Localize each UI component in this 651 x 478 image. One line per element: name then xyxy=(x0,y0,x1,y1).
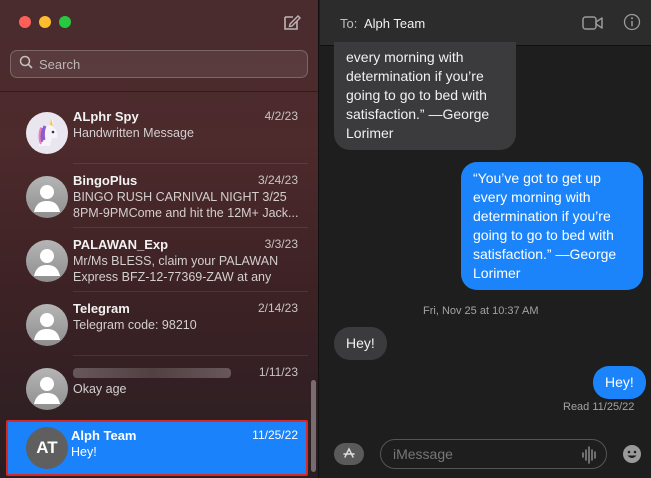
sent-message-bubble[interactable]: Hey! xyxy=(593,366,646,399)
compose-bar xyxy=(320,431,651,478)
person-avatar xyxy=(26,176,68,218)
conversation-name: PALAWAN_Exp xyxy=(73,237,169,252)
emoji-icon[interactable] xyxy=(622,444,642,469)
zoom-window-button[interactable] xyxy=(59,16,71,28)
conversation-item[interactable]: ALphr Spy 4/2/23 Handwritten Message xyxy=(6,100,308,164)
conversation-date: 3/3/23 xyxy=(264,237,298,251)
read-receipt: Read 11/25/22 xyxy=(563,401,635,413)
received-message-bubble[interactable]: Hey! xyxy=(334,327,387,360)
conversation-date: 1/11/23 xyxy=(258,365,298,379)
conversation-name: ALphr Spy xyxy=(73,109,139,124)
conversation-date: 11/25/22 xyxy=(252,428,298,442)
app-store-icon xyxy=(342,445,356,464)
message-timestamp: Fri, Nov 25 at 10:37 AM xyxy=(423,305,539,317)
conversation-pane: To: Alph Team every morning with determi… xyxy=(320,0,651,478)
conversation-date: 4/2/23 xyxy=(264,109,298,123)
conversation-preview: BINGO RUSH CARNIVAL NIGHT 3/25 8PM-9PMCo… xyxy=(73,190,299,220)
facetime-video-icon[interactable] xyxy=(582,15,604,36)
window-controls xyxy=(19,16,71,28)
recipient-name[interactable]: Alph Team xyxy=(364,16,425,31)
minimize-window-button[interactable] xyxy=(39,16,51,28)
initials-avatar: AT xyxy=(26,427,68,469)
conversation-list: ALphr Spy 4/2/23 Handwritten Message Bin… xyxy=(0,100,318,476)
avatar-initials: AT xyxy=(36,438,58,457)
conversation-date: 3/24/23 xyxy=(257,173,298,187)
conversation-preview: Telegram code: 98210 xyxy=(73,318,197,332)
person-avatar xyxy=(26,368,68,410)
unicorn-avatar xyxy=(26,112,68,154)
conversation-item[interactable]: BingoPlus 3/24/23 BINGO RUSH CARNIVAL NI… xyxy=(6,164,308,228)
to-label: To: xyxy=(340,16,358,31)
conversation-preview: Hey! xyxy=(71,445,97,459)
conversation-header: To: Alph Team xyxy=(320,0,651,46)
redacted-contact-name xyxy=(73,368,231,378)
info-icon[interactable] xyxy=(623,13,641,36)
conversation-item[interactable]: Telegram 2/14/23 Telegram code: 98210 xyxy=(6,292,308,356)
close-window-button[interactable] xyxy=(19,16,31,28)
person-avatar xyxy=(26,304,68,346)
compose-icon[interactable] xyxy=(282,12,302,32)
conversation-name: Alph Team xyxy=(71,428,137,443)
search-bar[interactable] xyxy=(10,50,308,78)
search-icon xyxy=(19,55,33,74)
conversation-name: BingoPlus xyxy=(73,173,138,188)
conversation-item-selected[interactable]: AT Alph Team 11/25/22 Hey! xyxy=(6,420,308,476)
audio-waveform-icon[interactable] xyxy=(582,446,598,469)
conversation-preview: Mr/Ms BLESS, claim your PALAWAN Express … xyxy=(73,254,279,287)
sidebar-scrollbar[interactable] xyxy=(311,380,316,472)
sidebar-divider xyxy=(0,91,318,92)
sidebar: ALphr Spy 4/2/23 Handwritten Message Bin… xyxy=(0,0,319,478)
conversation-item[interactable]: PALAWAN_Exp 3/3/23 Mr/Ms BLESS, claim yo… xyxy=(6,228,308,292)
person-avatar xyxy=(26,240,68,282)
conversation-date: 2/14/23 xyxy=(257,301,298,315)
conversation-preview: Handwritten Message xyxy=(73,126,194,140)
conversation-preview: Okay age xyxy=(73,382,127,396)
conversation-name: Telegram xyxy=(73,301,130,316)
received-message-bubble[interactable]: every morning with determination if you’… xyxy=(334,42,516,150)
conversation-item[interactable]: 1/11/23 Okay age xyxy=(6,356,308,420)
imessage-input[interactable] xyxy=(380,439,607,469)
search-input[interactable] xyxy=(39,56,279,72)
app-store-button[interactable] xyxy=(334,443,364,465)
sent-message-bubble[interactable]: “You’ve got to get up every morning with… xyxy=(461,162,643,290)
